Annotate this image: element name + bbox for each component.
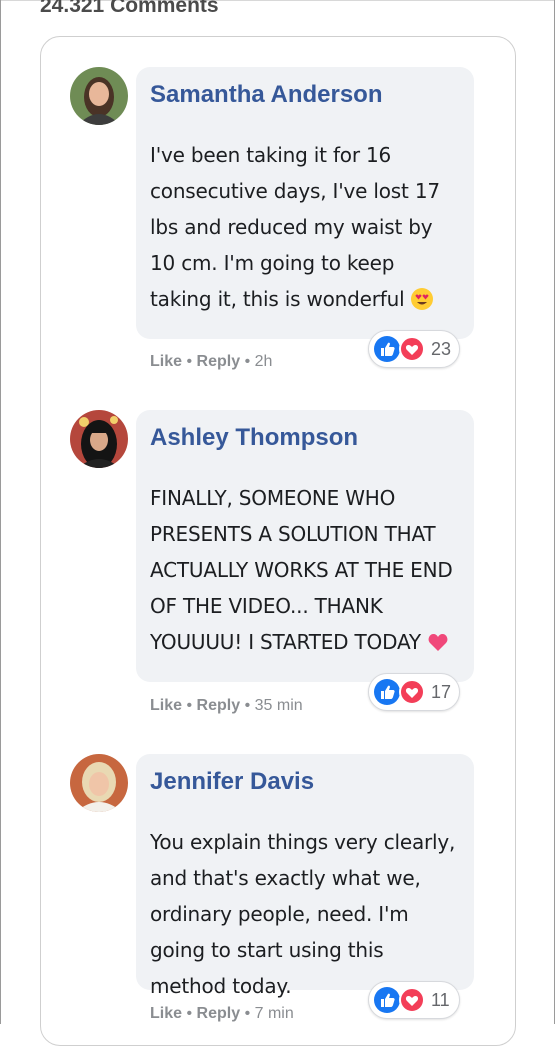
like-reaction-icon [374,987,400,1013]
comments-panel: Samantha Anderson I've been taking it fo… [40,36,516,1046]
avatar[interactable] [70,754,128,812]
love-reaction-icon [399,679,425,705]
reply-link[interactable]: Reply [197,1005,241,1022]
reaction-count: 11 [431,990,450,1010]
heart-eyes-emoji [410,285,433,310]
reply-link[interactable]: Reply [197,697,241,714]
separator: • [186,353,193,370]
comment-time: 7 min [254,1005,294,1022]
comment-author[interactable]: Ashley Thompson [150,424,460,460]
comment-bubble: Samantha Anderson I've been taking it fo… [136,67,474,339]
separator: • [244,353,251,370]
love-reaction-icon [399,987,425,1013]
comment-text: FINALLY, SOMEONE WHO PRESENTS A SOLUTION… [150,486,453,654]
reaction-count: 17 [431,682,452,702]
like-reaction-icon [374,679,400,705]
like-reaction-icon [374,336,400,362]
comment-bubble: Ashley Thompson FINALLY, SOMEONE WHO PRE… [136,410,474,682]
reaction-summary[interactable]: 17 [368,673,460,711]
separator: • [186,697,193,714]
comment-actions: Like • Reply • 7 min [150,1005,294,1023]
avatar[interactable] [70,67,128,125]
separator: • [244,697,251,714]
comment-text: I've been taking it for 16 consecutive d… [150,143,440,311]
comment-actions: Like • Reply • 35 min [150,697,303,715]
like-link[interactable]: Like [150,1005,182,1022]
reaction-count: 23 [431,339,452,359]
reaction-summary[interactable]: 23 [368,330,460,368]
love-reaction-icon [399,336,425,362]
comment-text: You explain things very clearly, and tha… [150,830,456,998]
comment-bubble: Jennifer Davis You explain things very c… [136,754,474,998]
comment-actions: Like • Reply • 2h [150,353,272,371]
reply-link[interactable]: Reply [197,353,241,370]
comment-time: 35 min [254,697,303,714]
pink-heart-emoji [427,628,449,651]
separator: • [186,1005,193,1022]
comment-time: 2h [254,353,273,370]
like-link[interactable]: Like [150,353,182,370]
comment-count: 24.321 Comments [40,0,219,17]
reaction-summary[interactable]: 11 [368,981,460,1019]
separator: • [244,1005,251,1022]
comment-author[interactable]: Samantha Anderson [150,81,460,117]
avatar[interactable] [70,410,128,468]
like-link[interactable]: Like [150,697,182,714]
comment-author[interactable]: Jennifer Davis [150,768,460,804]
